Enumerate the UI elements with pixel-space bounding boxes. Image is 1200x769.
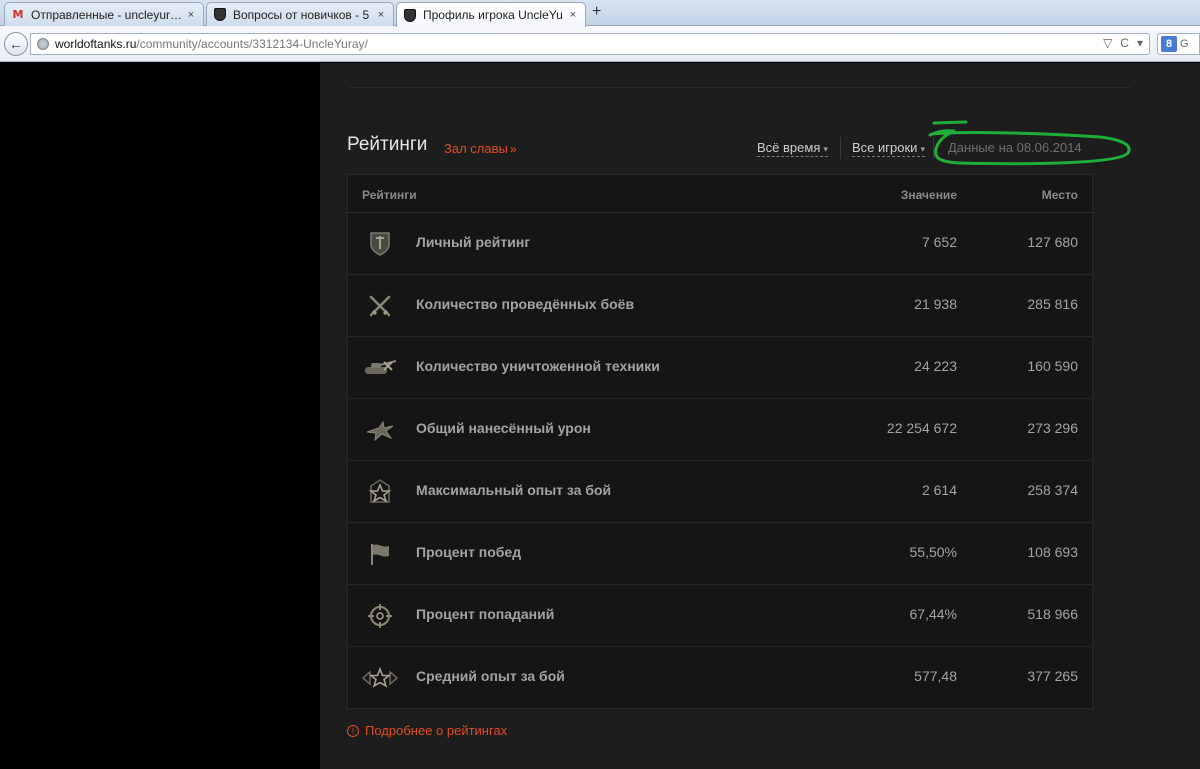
green-annotation-circle xyxy=(928,120,1131,166)
wot-icon xyxy=(403,8,417,22)
globe-icon xyxy=(37,38,49,50)
shield-icon xyxy=(362,230,398,258)
back-arrow-icon: ← xyxy=(9,36,23,52)
info-icon: ! xyxy=(347,724,359,737)
rating-value: 577,48 xyxy=(914,668,957,684)
table-row: Процент попаданий 67,44% 518 966 xyxy=(348,585,1092,647)
web-page: Рейтинги Зал славы» Всё время ▾ Все игрок… xyxy=(0,63,1200,769)
table-row: Количество проведённых боёв 21 938 285 8… xyxy=(348,275,1092,337)
ratings-info-link[interactable]: ! Подробнее о рейтингах xyxy=(347,723,507,738)
hall-of-fame-link[interactable]: Зал славы» xyxy=(444,141,517,156)
tab-title: Отправленные - uncleyur… xyxy=(31,7,181,22)
chevron-down-icon: ▾ xyxy=(823,144,828,154)
destroyed-tank-icon xyxy=(362,354,398,382)
column-header-value: Значение xyxy=(900,188,957,202)
browser-nav-bar: ← worldoftanks.ru/community/accounts/331… xyxy=(0,26,1200,62)
rating-value: 2 614 xyxy=(921,482,957,498)
rating-place: 127 680 xyxy=(1027,234,1078,250)
tab-gmail-sent[interactable]: M Отправленные - uncleyur… × xyxy=(4,2,204,26)
rating-label: Общий нанесённый урон xyxy=(416,420,591,436)
close-icon[interactable]: × xyxy=(567,9,579,21)
rating-value: 67,44% xyxy=(909,606,957,622)
rating-place: 258 374 xyxy=(1027,482,1078,498)
ratings-table: Рейтинги Значение Место Личный рейтинг 7… xyxy=(347,174,1093,709)
table-row: Личный рейтинг 7 652 127 680 xyxy=(348,213,1092,275)
double-chevron-icon: » xyxy=(509,142,517,156)
star-badge-icon xyxy=(362,478,398,506)
column-header-place: Место xyxy=(1041,188,1078,202)
ratings-info-label: Подробнее о рейтингах xyxy=(365,723,508,738)
flag-icon xyxy=(362,540,398,568)
column-header-name: Рейтинги xyxy=(362,188,417,202)
address-bar[interactable]: worldoftanks.ru/community/accounts/33121… xyxy=(30,33,1150,55)
rating-value: 24 223 xyxy=(914,358,957,374)
rating-place: 108 693 xyxy=(1027,544,1078,560)
address-bar-actions: ▽ C ▾ xyxy=(1103,36,1143,50)
crossed-swords-icon xyxy=(362,292,398,320)
table-row: Максимальный опыт за бой 2 614 258 374 xyxy=(348,461,1092,523)
search-box[interactable]: 8 G xyxy=(1157,33,1200,55)
table-row: Средний опыт за бой 577,48 377 265 xyxy=(348,647,1092,709)
rating-label: Средний опыт за бой xyxy=(416,668,565,684)
rating-label: Количество уничтоженной техники xyxy=(416,358,660,374)
ratings-title: Рейтинги xyxy=(347,134,428,155)
bookmark-dropdown-icon[interactable]: ▾ xyxy=(1137,36,1143,50)
new-tab-button[interactable]: + xyxy=(592,3,601,21)
rating-place: 518 966 xyxy=(1027,606,1078,622)
search-engine-icon[interactable]: 8 xyxy=(1161,36,1177,52)
rating-place: 160 590 xyxy=(1027,358,1078,374)
players-filter-label: Все игроки xyxy=(852,140,918,155)
rating-value: 55,50% xyxy=(909,544,957,560)
rating-value: 22 254 672 xyxy=(886,420,957,436)
wot-icon xyxy=(213,8,227,22)
damage-explosion-icon xyxy=(362,416,398,444)
time-filter-dropdown[interactable]: Всё время ▾ xyxy=(757,140,828,157)
rating-place: 273 296 xyxy=(1027,420,1078,436)
tab-title: Профиль игрока UncleYu… xyxy=(423,8,563,22)
table-row: Общий нанесённый урон 22 254 672 273 296 xyxy=(348,399,1092,461)
crosshair-icon xyxy=(362,602,398,630)
search-placeholder: G xyxy=(1180,38,1189,50)
tab-newbie-questions[interactable]: Вопросы от новичков - 5 … × xyxy=(206,2,394,26)
rating-label: Процент попаданий xyxy=(416,606,555,622)
rating-label: Личный рейтинг xyxy=(416,234,531,250)
players-filter-dropdown[interactable]: Все игроки ▾ xyxy=(852,140,925,157)
table-row: Количество уничтоженной техники 24 223 1… xyxy=(348,337,1092,399)
hall-of-fame-label: Зал славы xyxy=(444,141,508,156)
gmail-icon: M xyxy=(12,8,24,21)
url-domain: worldoftanks.ru xyxy=(55,37,137,51)
table-row: Процент побед 55,50% 108 693 xyxy=(348,523,1092,585)
browser-tab-bar: M Отправленные - uncleyur… × Вопросы от … xyxy=(0,0,1200,27)
url-path: /community/accounts/3312134-UncleYuray/ xyxy=(136,37,368,51)
rating-label: Максимальный опыт за бой xyxy=(416,482,612,498)
rating-value: 21 938 xyxy=(914,296,957,312)
rating-label: Количество проведённых боёв xyxy=(416,296,635,312)
time-filter-label: Всё время xyxy=(757,140,821,155)
ratings-panel: Рейтинги Зал славы» Всё время ▾ Все игрок… xyxy=(320,63,1200,769)
rating-value: 7 652 xyxy=(921,234,957,250)
divider xyxy=(840,137,841,159)
divider xyxy=(350,87,1130,88)
back-button[interactable]: ← xyxy=(4,32,28,56)
close-icon[interactable]: × xyxy=(185,9,197,21)
tab-title: Вопросы от новичков - 5 … xyxy=(233,7,371,22)
winged-star-icon xyxy=(362,664,398,692)
tab-player-profile[interactable]: Профиль игрока UncleYu… × xyxy=(396,2,586,27)
reload-icon[interactable]: C xyxy=(1120,36,1129,50)
history-dropdown-icon[interactable]: ▽ xyxy=(1103,36,1112,50)
table-header: Рейтинги Значение Место xyxy=(348,175,1092,213)
close-icon[interactable]: × xyxy=(375,9,387,21)
rating-place: 377 265 xyxy=(1027,668,1078,684)
rating-place: 285 816 xyxy=(1027,296,1078,312)
rating-label: Процент побед xyxy=(416,544,522,560)
